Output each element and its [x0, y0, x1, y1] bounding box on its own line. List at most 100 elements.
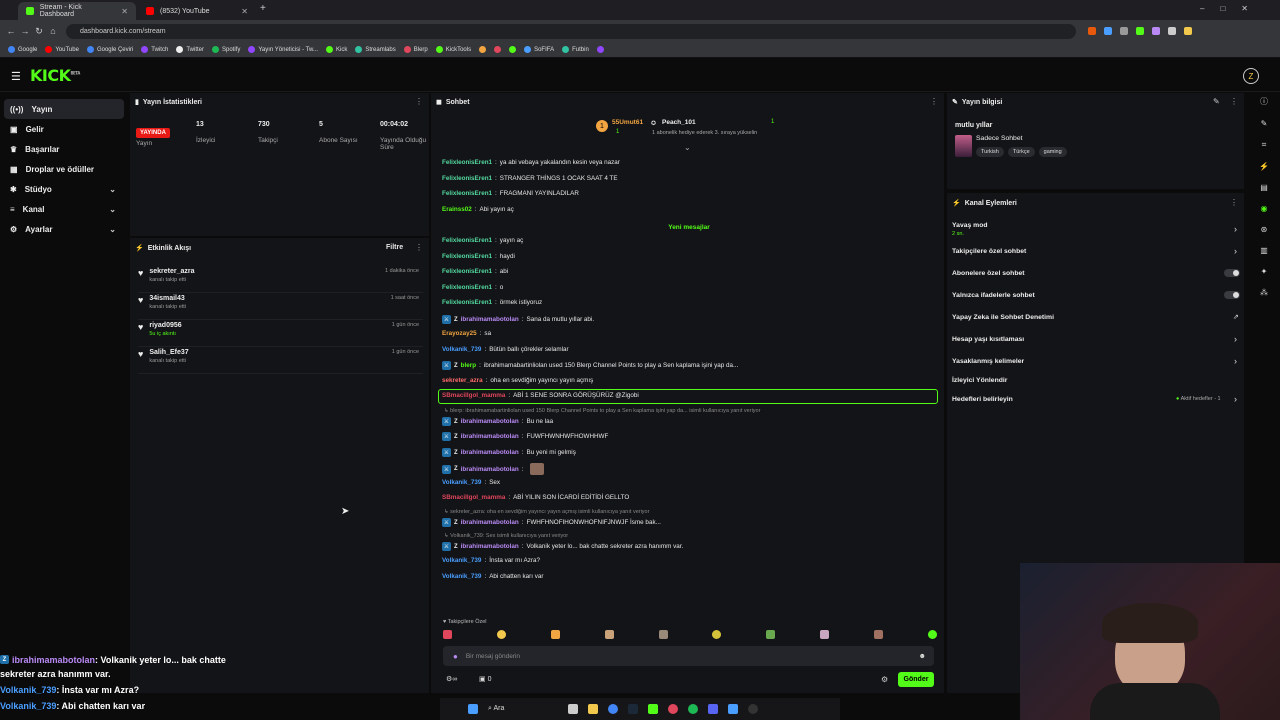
more-options-icon[interactable]: ⋮: [930, 97, 938, 106]
chevron-right-icon[interactable]: ›: [1234, 246, 1237, 256]
hamburger-menu-icon[interactable]: ☰: [11, 70, 21, 83]
chat-username[interactable]: Volkanik_739: [442, 573, 481, 580]
chat-settings-icon[interactable]: ⚙∞: [446, 675, 457, 683]
chevron-right-icon[interactable]: ›: [1234, 356, 1237, 366]
obs-icon[interactable]: [668, 704, 678, 714]
chat-username[interactable]: sekreter_azra: [442, 377, 483, 384]
more-options-icon[interactable]: ⋮: [1230, 198, 1238, 207]
app-icon[interactable]: [748, 704, 758, 714]
bookmark-item[interactable]: Google Çeviri: [86, 46, 133, 53]
chat-username[interactable]: FelixleonisEren1: [442, 299, 492, 306]
file-explorer-icon[interactable]: [588, 704, 598, 714]
chat-username[interactable]: Volkanik_739: [442, 557, 481, 564]
chat-username[interactable]: Volkanik_739: [442, 346, 481, 353]
extension-icon[interactable]: [1120, 27, 1128, 35]
forward-icon[interactable]: →: [18, 26, 32, 36]
gear-icon[interactable]: ⚙: [881, 675, 888, 684]
chat-username[interactable]: ibrahimamabotolan: [461, 466, 519, 473]
bookmark-item[interactable]: Streamlabs: [355, 46, 396, 53]
sidebar-item-kanal[interactable]: ≡ Kanal ⌄: [0, 199, 128, 219]
wrench-icon[interactable]: ✦: [1261, 267, 1268, 276]
emote-icon[interactable]: [550, 630, 560, 639]
app-icon[interactable]: [728, 704, 738, 714]
chat-username[interactable]: FelixleonisEren1: [442, 159, 492, 166]
external-link-icon[interactable]: ⇗: [1233, 313, 1239, 321]
maximize-icon[interactable]: □: [1220, 4, 1225, 13]
collapse-icon[interactable]: ⌄: [684, 143, 691, 152]
category-name[interactable]: Sadece Sohbet: [976, 135, 1022, 142]
emote-icon[interactable]: [496, 630, 506, 639]
account-age-label[interactable]: Hesap yaşı kısıtlaması: [952, 336, 1024, 343]
emote-icon[interactable]: [604, 630, 614, 639]
sidebar-item-studyo[interactable]: ✱ Stüdyo ⌄: [0, 179, 128, 199]
broadcast-icon[interactable]: ⊛: [1261, 225, 1268, 234]
emote-only-toggle[interactable]: [1224, 291, 1240, 299]
emote-icon[interactable]: [712, 630, 722, 639]
bookmark-item[interactable]: Twitter: [176, 46, 204, 53]
bookmark-item[interactable]: Google: [8, 46, 37, 53]
xbox-icon[interactable]: [648, 704, 658, 714]
document-icon[interactable]: ▤: [1260, 183, 1268, 192]
more-options-icon[interactable]: ⋮: [415, 97, 423, 106]
chat-input[interactable]: ● Bir mesaj gönderin ☻: [443, 646, 934, 666]
more-options-icon[interactable]: ⋮: [1230, 97, 1238, 106]
chat-username[interactable]: Erainss02: [442, 206, 472, 213]
slow-mode-label[interactable]: Yavaş mod: [952, 222, 988, 229]
sidebar-item-ayarlar[interactable]: ⚙ Ayarlar ⌄: [0, 219, 128, 239]
banned-words-label[interactable]: Yasaklanmış kelimeler: [952, 358, 1024, 365]
close-icon[interactable]: ✕: [121, 7, 128, 16]
bookmark-item[interactable]: Blerp: [403, 46, 428, 53]
bookmark-item[interactable]: KickTools: [435, 46, 471, 53]
chat-username[interactable]: Erayozay25: [442, 330, 477, 337]
chat-username[interactable]: ibrahimamabotolan: [461, 433, 519, 440]
crop-icon[interactable]: ⌗: [1262, 140, 1267, 150]
discord-icon[interactable]: [708, 704, 718, 714]
followers-only-chat-label[interactable]: Takipçilere özel sohbet: [952, 248, 1026, 255]
chat-username[interactable]: FelixleonisEren1: [442, 253, 492, 260]
emoji-picker-icon[interactable]: ☻: [919, 653, 926, 660]
pencil-icon[interactable]: ✎: [1261, 119, 1268, 128]
extension-icon[interactable]: [1136, 27, 1144, 35]
extension-icon[interactable]: [1104, 27, 1112, 35]
back-icon[interactable]: ←: [4, 26, 18, 36]
bookmark-item[interactable]: [509, 46, 517, 53]
raid-label[interactable]: İzleyici Yönlendir: [952, 377, 1007, 384]
chat-username[interactable]: Volkanik_739: [442, 479, 481, 486]
new-tab-button[interactable]: +: [260, 3, 266, 14]
chat-username[interactable]: ibrahimamabotolan: [461, 543, 519, 550]
bookmark-item[interactable]: SoFIFA: [524, 46, 554, 53]
sidebar-item-gelir[interactable]: ▣ Gelir: [0, 119, 128, 139]
user-avatar[interactable]: Z: [1243, 68, 1259, 84]
tab-kick-dashboard[interactable]: Stream - Kick Dashboard ✕: [18, 2, 136, 20]
extension-icon[interactable]: [1088, 27, 1096, 35]
bookmark-item[interactable]: [494, 46, 502, 53]
chat-username[interactable]: ibrahimamabotolan: [461, 449, 519, 456]
steam-icon[interactable]: [628, 704, 638, 714]
activity-user[interactable]: sekreter_azra: [149, 268, 194, 275]
task-view-icon[interactable]: [568, 704, 578, 714]
kick-logo[interactable]: KICKBETA: [30, 66, 80, 85]
bookmark-item[interactable]: Twitch: [141, 46, 168, 53]
bookmark-item[interactable]: [479, 46, 487, 53]
minimize-icon[interactable]: –: [1200, 4, 1204, 13]
goals-label[interactable]: Hedefleri belirleyin: [952, 396, 1013, 403]
chat-icon[interactable]: ◉: [1261, 204, 1268, 213]
bookmark-item[interactable]: Kick: [326, 46, 347, 53]
chat-username[interactable]: blerp: [461, 362, 476, 369]
taskbar-search[interactable]: ⌕ Ara: [488, 705, 558, 713]
chat-username[interactable]: ibrahimamabotolan: [461, 418, 519, 425]
bookmark-item[interactable]: [596, 46, 604, 53]
send-button[interactable]: Gönder: [898, 672, 934, 687]
leaderboard-user[interactable]: Peach_101: [662, 119, 696, 126]
emote-icon[interactable]: [766, 630, 776, 639]
chrome-icon[interactable]: [608, 704, 618, 714]
chat-username[interactable]: FelixleonisEren1: [442, 175, 492, 182]
emote-icon[interactable]: [820, 630, 830, 639]
leaderboard-user[interactable]: 55Umut61: [612, 119, 643, 126]
emote-icon[interactable]: [874, 630, 883, 639]
more-options-icon[interactable]: ⋮: [415, 243, 423, 252]
chat-username[interactable]: FelixleonisEren1: [442, 237, 492, 244]
subscribers-only-toggle[interactable]: [1224, 269, 1240, 277]
chat-username[interactable]: FelixleonisEren1: [442, 284, 492, 291]
chat-username[interactable]: ibrahimamabotolan: [461, 316, 519, 323]
